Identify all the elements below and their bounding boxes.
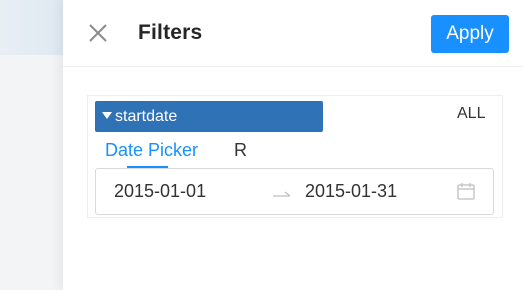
- start-date-input[interactable]: 2015-01-01: [114, 181, 206, 202]
- end-date-input[interactable]: 2015-01-31: [305, 181, 397, 202]
- drawer-header: Filters Apply: [63, 0, 523, 67]
- filter-panel: startdate ALL Date Picker R 2015-01-01 2…: [87, 95, 503, 218]
- page-backdrop: [0, 0, 63, 290]
- date-range-picker[interactable]: 2015-01-01 2015-01-31: [95, 168, 494, 215]
- filters-drawer: Filters Apply startdate ALL Date Picker …: [63, 0, 523, 290]
- tab-r[interactable]: R: [234, 140, 247, 161]
- calendar-icon[interactable]: [456, 181, 476, 201]
- close-icon[interactable]: [87, 22, 109, 44]
- filter-field-name: startdate: [115, 108, 178, 125]
- all-toggle[interactable]: ALL: [457, 105, 485, 123]
- apply-button[interactable]: Apply: [431, 15, 509, 53]
- backdrop-header-band: [0, 0, 63, 55]
- filter-field-chip[interactable]: startdate: [95, 101, 323, 132]
- drawer-title: Filters: [138, 21, 203, 44]
- arrow-right-icon: [272, 186, 292, 198]
- tab-date-picker[interactable]: Date Picker: [105, 140, 198, 161]
- caret-down-icon: [102, 112, 112, 119]
